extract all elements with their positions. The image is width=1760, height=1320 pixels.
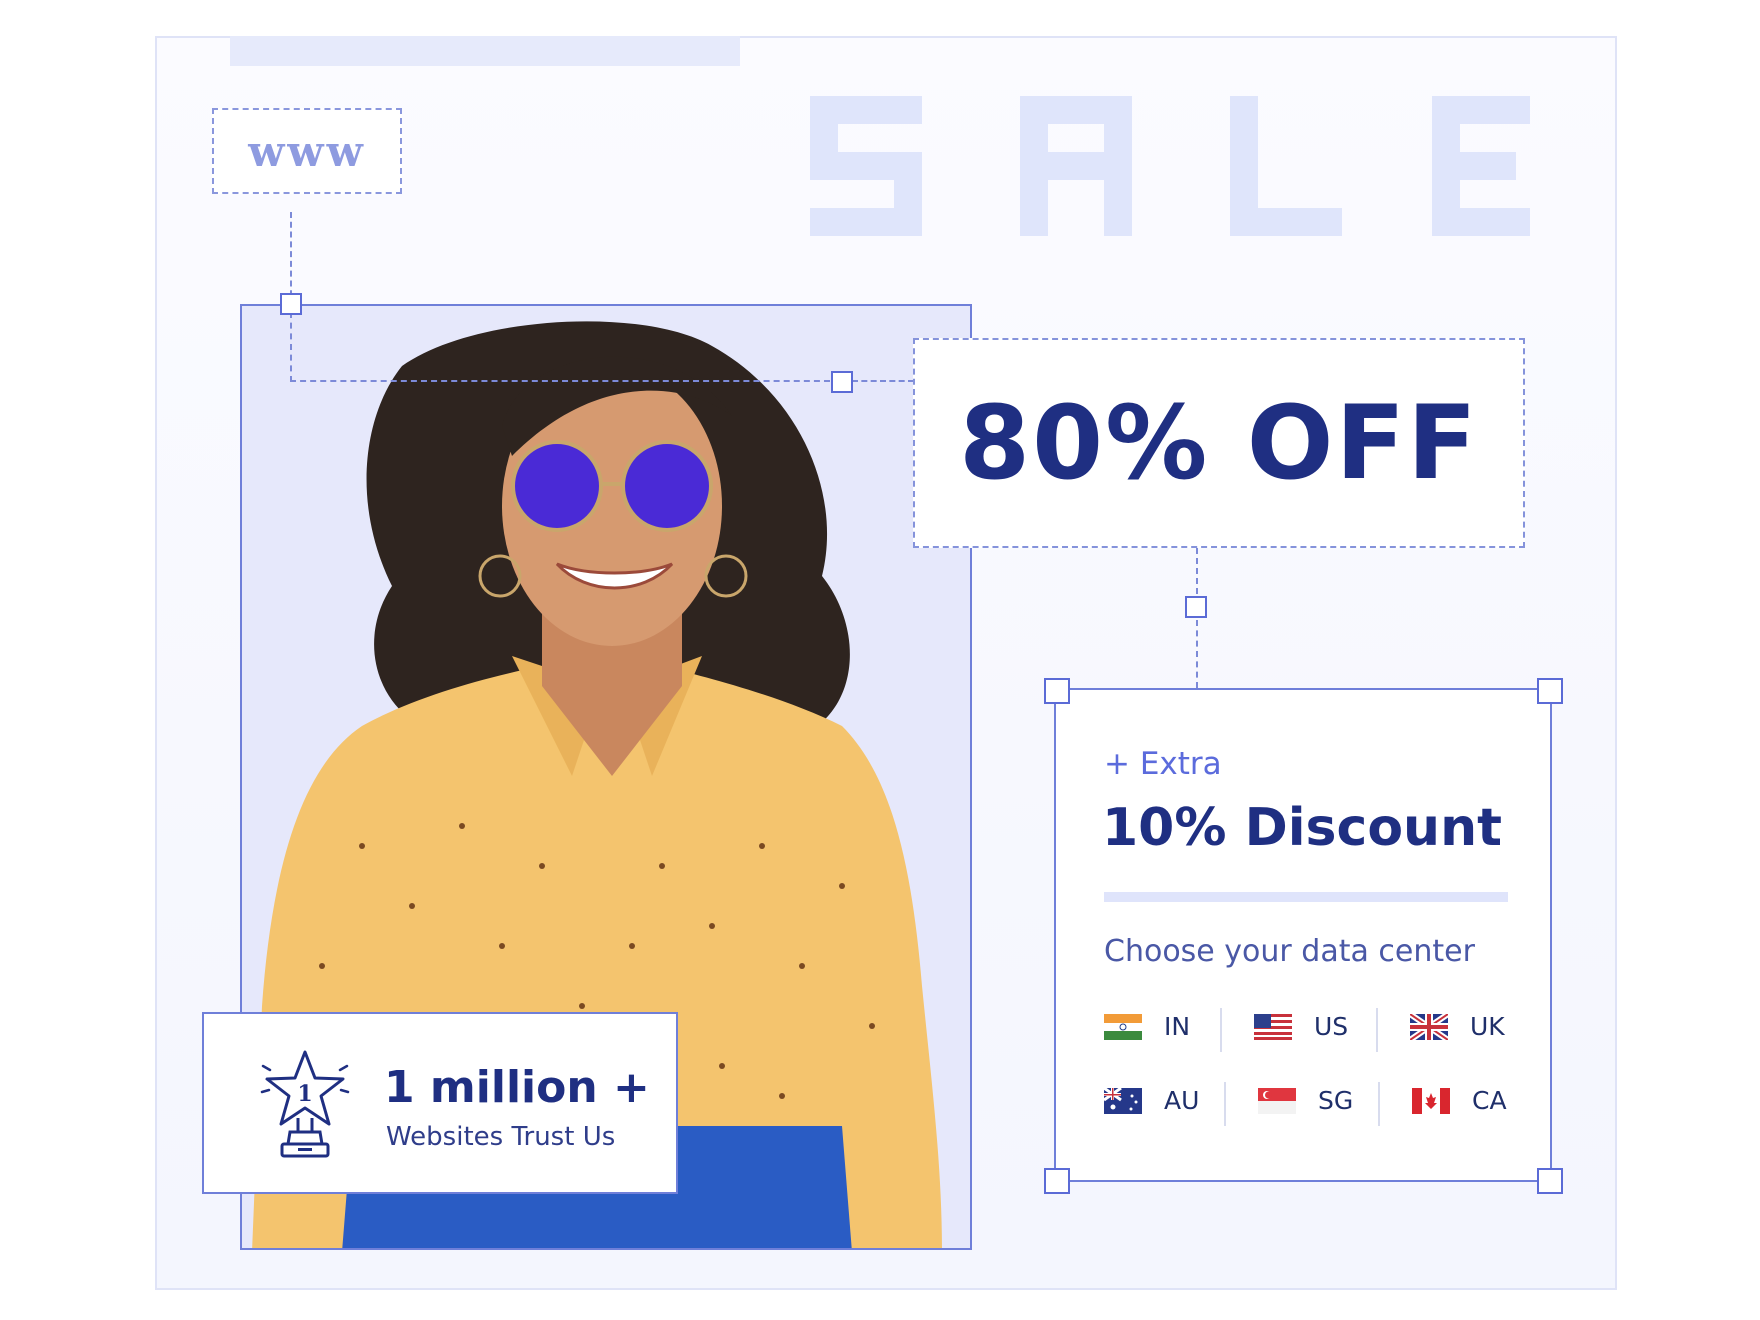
country-code: CA bbox=[1472, 1086, 1507, 1115]
sale-letter-l bbox=[1230, 96, 1342, 236]
card-handle[interactable] bbox=[1044, 1168, 1070, 1194]
frame-handle[interactable] bbox=[831, 371, 853, 393]
singapore-flag-icon bbox=[1258, 1087, 1296, 1114]
connector-line bbox=[290, 380, 830, 382]
country-separator bbox=[1376, 1008, 1378, 1052]
country-option-au[interactable]: AU bbox=[1104, 1086, 1199, 1115]
sale-pixel-heading bbox=[810, 96, 1530, 236]
connector-line bbox=[1196, 548, 1198, 594]
card-handle[interactable] bbox=[1537, 1168, 1563, 1194]
promo-banner: www 80% OFF + Extra 10% Discount Choose … bbox=[0, 0, 1760, 1320]
country-code: AU bbox=[1164, 1086, 1200, 1115]
country-code: SG bbox=[1318, 1086, 1354, 1115]
country-separator bbox=[1220, 1008, 1222, 1052]
sale-letter-a bbox=[1020, 96, 1132, 236]
canada-flag-icon bbox=[1412, 1087, 1450, 1114]
country-code: IN bbox=[1164, 1012, 1191, 1041]
discount-card: + Extra 10% Discount Choose your data ce… bbox=[1054, 688, 1552, 1182]
www-label: www bbox=[248, 126, 366, 176]
offer-box: 80% OFF bbox=[913, 338, 1525, 548]
extra-label: + Extra bbox=[1104, 746, 1222, 782]
discount-title: 10% Discount bbox=[1102, 798, 1502, 858]
badge-number: 1 bbox=[297, 1081, 312, 1107]
connector-line bbox=[290, 312, 292, 382]
country-option-ca[interactable]: CA bbox=[1412, 1086, 1507, 1115]
top-accent-bar bbox=[230, 36, 740, 66]
connector-line bbox=[852, 380, 914, 382]
country-code: US bbox=[1314, 1012, 1349, 1041]
country-separator bbox=[1224, 1082, 1226, 1126]
offer-text: 80% OFF bbox=[959, 383, 1479, 503]
www-label-box: www bbox=[212, 108, 402, 194]
sale-letter-s bbox=[810, 96, 922, 236]
trust-label: Websites Trust Us bbox=[386, 1122, 616, 1152]
connector-line bbox=[1196, 620, 1198, 688]
usa-flag-icon bbox=[1254, 1013, 1292, 1040]
trust-count: 1 million + bbox=[384, 1062, 650, 1113]
frame-handle[interactable] bbox=[280, 293, 302, 315]
sale-letter-e bbox=[1432, 96, 1530, 236]
australia-flag-icon bbox=[1104, 1087, 1142, 1114]
connector-line bbox=[290, 212, 292, 306]
country-separator bbox=[1378, 1082, 1380, 1126]
country-code: UK bbox=[1470, 1012, 1505, 1041]
country-option-us[interactable]: US bbox=[1254, 1012, 1348, 1041]
discount-divider bbox=[1104, 892, 1508, 902]
india-flag-icon bbox=[1104, 1013, 1142, 1040]
card-handle[interactable] bbox=[1537, 678, 1563, 704]
country-option-uk[interactable]: UK bbox=[1410, 1012, 1505, 1041]
award-trophy-star-icon: 1 bbox=[260, 1050, 350, 1158]
trust-box: 1 1 million + Websites Trust Us bbox=[202, 1012, 678, 1194]
data-center-label: Choose your data center bbox=[1104, 934, 1475, 969]
uk-flag-icon bbox=[1410, 1013, 1448, 1040]
country-option-in[interactable]: IN bbox=[1104, 1012, 1190, 1041]
card-handle[interactable] bbox=[1044, 678, 1070, 704]
country-option-sg[interactable]: SG bbox=[1258, 1086, 1353, 1115]
frame-handle[interactable] bbox=[1185, 596, 1207, 618]
